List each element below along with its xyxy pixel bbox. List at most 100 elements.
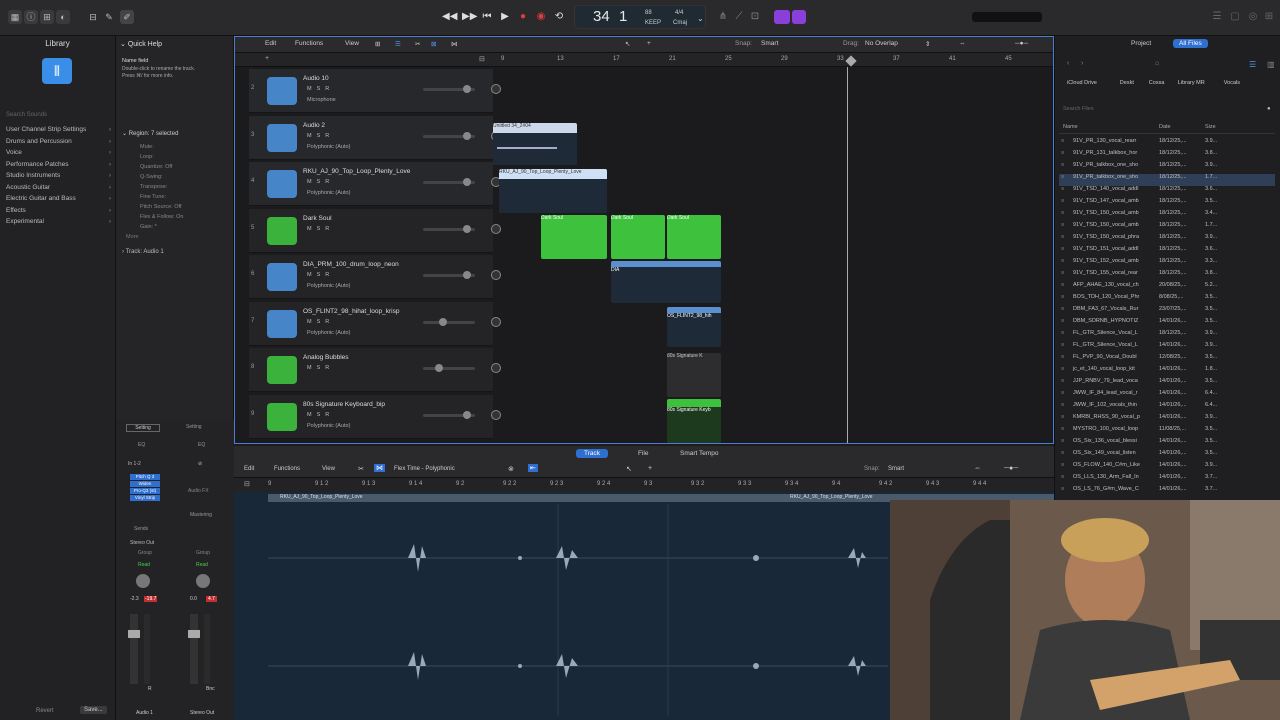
flex-toggle-icon[interactable]: ⋈	[374, 464, 385, 472]
editor-edit-menu[interactable]: Edit	[244, 466, 254, 472]
pan-knob[interactable]	[491, 270, 501, 280]
group-slot-2[interactable]: Group	[196, 550, 210, 556]
pan-knob[interactable]	[491, 409, 501, 420]
track-volume-fader[interactable]	[423, 178, 475, 186]
count-in-icon[interactable]: ⊡	[748, 10, 762, 24]
plugin-slot[interactable]: Vinyl Strip	[130, 495, 160, 501]
rewind-icon[interactable]: ◀◀	[442, 10, 457, 24]
file-row[interactable]: ≡ JWW_IF_84_lead_vocal_r 14/01/26,... 6.4..…	[1059, 390, 1275, 402]
track-input[interactable]: Polyphonic (Auto)	[307, 190, 350, 196]
track-name[interactable]: Audio 2	[303, 122, 325, 129]
lcd-display[interactable]: 34 1 88 KEEP 4/4 Cmaj ⌄	[574, 5, 706, 29]
file-row[interactable]: ≡ FL_PVP_90_Vocal_Doubl 12/08/25,... 3.5...	[1059, 354, 1275, 366]
home-icon[interactable]: ⌂	[1155, 60, 1159, 67]
view-menu[interactable]: View	[345, 40, 359, 47]
file-row[interactable]: ≡ KMRBI_RHSS_90_vocal_p 14/01/26,... 3.9...	[1059, 414, 1275, 426]
file-row[interactable]: ≡ 91V_PR_130_vocal_rearr 18/12/25,... 3.9..…	[1059, 138, 1275, 150]
add-tool-icon[interactable]: +	[647, 40, 651, 47]
library-toggle-icon[interactable]: ▦	[8, 10, 22, 24]
functions-menu[interactable]: Functions	[295, 40, 323, 47]
fast-forward-icon[interactable]: ▶▶	[462, 10, 477, 24]
mixer-icon[interactable]: ⊟	[86, 10, 100, 24]
smart-controls-icon[interactable]: ◐	[56, 10, 70, 24]
track-buttons[interactable]: MSR	[307, 412, 334, 418]
library-item[interactable]: Experimental ›	[6, 218, 111, 225]
browser-icon[interactable]: ⊞	[1262, 10, 1276, 24]
zoom-icon[interactable]: ⇔	[974, 465, 981, 472]
snap-value[interactable]: Smart	[761, 40, 778, 47]
tab-file[interactable]: File	[638, 450, 648, 457]
playhead-marker[interactable]	[845, 55, 857, 67]
tab-track[interactable]: Track	[576, 449, 609, 458]
pointer-tool-icon[interactable]: ↖	[625, 40, 630, 48]
zoom-icon[interactable]: ⇔	[959, 40, 966, 47]
file-row[interactable]: ≡ 91V_PR_talkbox_one_sho 18/12/25,... 3.9..…	[1059, 162, 1275, 174]
mastering-assistant-icon[interactable]	[792, 10, 806, 24]
flex-icon[interactable]: ⋈	[451, 40, 458, 48]
track-buttons[interactable]: MSR	[307, 226, 334, 232]
list-editors-icon[interactable]: ☰	[1210, 10, 1224, 24]
pan-knob[interactable]	[491, 316, 501, 327]
fader-knob[interactable]	[463, 178, 471, 186]
tuner-icon[interactable]: ⋔	[716, 10, 730, 24]
file-row[interactable]: ≡ 91V_TSD_140_vocal_addl 18/12/25,... 3.6..…	[1059, 186, 1275, 198]
toolbar-toggle-icon[interactable]: ⊞	[40, 10, 54, 24]
track-input[interactable]: Polyphonic (Auto)	[307, 144, 350, 150]
fader-knob[interactable]	[435, 364, 443, 372]
file-row[interactable]: ≡ JJP_RNBV_79_lead_voca 14/01/26,... 3.5...	[1059, 378, 1275, 390]
group-slot[interactable]: Group	[138, 550, 152, 556]
library-search[interactable]: Search Sounds	[6, 112, 47, 118]
editors-icon[interactable]: ✎	[102, 10, 116, 24]
cycle-icon[interactable]: ⟲	[552, 10, 566, 24]
tab-project[interactable]: Project	[1131, 40, 1151, 47]
file-row[interactable]: ≡ DBM_SDRNB_HYPNOTIZ 14/01/26,... 3.5...	[1059, 318, 1275, 330]
region-label[interactable]: ⌄ Region: 7 selected	[122, 130, 178, 137]
track-buttons[interactable]: MSR	[307, 365, 334, 371]
grid-icon[interactable]: ⊞	[375, 40, 380, 48]
path-segment[interactable]: Deskt	[1120, 80, 1134, 86]
region-param[interactable]: Flex & Follow: On	[140, 214, 183, 220]
region-dark-soul-3[interactable]: Dark Soul	[667, 215, 721, 259]
plugin-icon[interactable]	[774, 10, 790, 24]
library-item[interactable]: Acoustic Guitar ›	[6, 184, 111, 191]
save-button[interactable]: Save...	[80, 706, 107, 714]
track-buttons[interactable]: MSR	[307, 272, 334, 278]
automation-read-2[interactable]: Read	[196, 562, 208, 568]
track-volume-fader[interactable]	[423, 224, 475, 233]
pan-knob[interactable]	[491, 223, 501, 234]
region-dark-soul-1[interactable]: Dark Soul	[541, 215, 607, 259]
file-row[interactable]: ≡ 91V_TSD_150_vocal_amb 18/12/25,... 1.7...	[1059, 222, 1275, 234]
pan-knob[interactable]	[491, 84, 501, 94]
capture-record-icon[interactable]: ◉	[534, 10, 548, 24]
fader-knob[interactable]	[463, 85, 471, 93]
track-header[interactable]: 7 OS_FLINT2_98_hihat_loop_krisp MSR Polypho…	[249, 301, 501, 346]
track-name[interactable]: DIA_PRM_100_drum_loop_neon	[303, 261, 399, 268]
track-header[interactable]: 2 Audio 10 MSR Microphone	[249, 69, 501, 113]
pan-knob-2[interactable]	[196, 574, 210, 588]
track-header[interactable]: 3 Audio 2 MSR Polyphonic (Auto)	[249, 115, 501, 160]
file-row[interactable]: ≡ OS_Six_136_vocal_blessi 14/01/26,... 3.5.…	[1059, 438, 1275, 450]
flex-mode-select[interactable]: Flex Time - Polyphonic	[394, 466, 455, 472]
track-volume-fader[interactable]	[423, 85, 475, 93]
library-item[interactable]: Effects ›	[6, 207, 111, 214]
track-header[interactable]: 6 DIA_PRM_100_drum_loop_neon MSR Polyphonic…	[249, 255, 501, 299]
file-row[interactable]: ≡ FL_GTR_Silence_Vocal_L 14/01/26,... 3.9..…	[1059, 342, 1275, 354]
library-patch-icon[interactable]: ⦀	[42, 58, 72, 84]
follow-icon[interactable]: ⇤	[528, 464, 538, 472]
input-monitor-button[interactable]: R	[148, 686, 152, 692]
fader-knob[interactable]	[463, 271, 471, 279]
more-toggle[interactable]: More	[126, 234, 139, 240]
eq-button-2[interactable]: EQ	[198, 442, 205, 448]
track-volume-fader[interactable]	[423, 131, 475, 140]
pan-knob[interactable]	[491, 363, 501, 373]
region-dark-soul-2[interactable]: Dark Soul	[611, 215, 665, 259]
setting-button[interactable]: Setting	[126, 424, 160, 432]
col-name[interactable]: Name	[1063, 124, 1078, 130]
tab-smart-tempo[interactable]: Smart Tempo	[680, 450, 719, 457]
track-name[interactable]: Dark Soul	[303, 215, 332, 222]
timeline-ruler[interactable]: + ⊟ 9 13 17 21 25 29 33 37 41 45	[235, 53, 1053, 67]
track-buttons[interactable]: MSR	[307, 133, 334, 139]
input-slot-2[interactable]: ⊘	[198, 461, 202, 467]
eq-button[interactable]: EQ	[138, 442, 145, 448]
setting-button-2[interactable]: Setting	[186, 424, 202, 430]
